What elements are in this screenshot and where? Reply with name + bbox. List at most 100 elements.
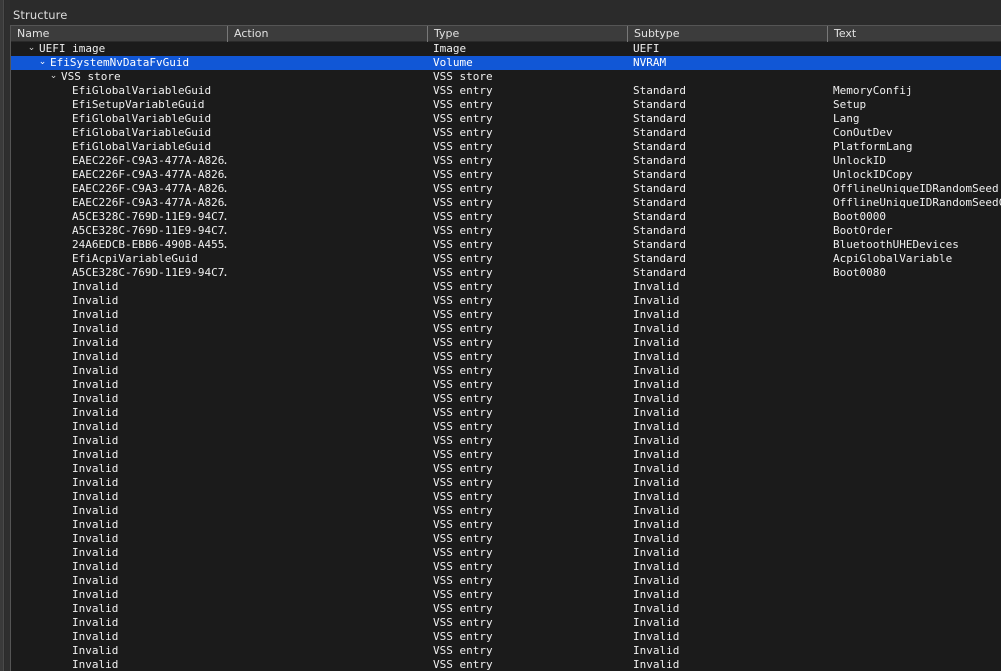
cell-type: VSS entry (433, 532, 493, 545)
tree-row[interactable]: Invalid VSS entry Invalid (11, 406, 1001, 420)
cell-subtype: Invalid (633, 420, 680, 433)
cell-text (827, 462, 1001, 476)
tree-row[interactable]: Invalid VSS entry Invalid (11, 308, 1001, 322)
cell-action (227, 392, 427, 406)
cell-subtype: Invalid (633, 532, 680, 545)
tree-row[interactable]: Invalid VSS entry Invalid (11, 336, 1001, 350)
tree-row[interactable]: Invalid VSS entry Invalid (11, 658, 1001, 671)
tree-row[interactable]: Invalid VSS entry Invalid (11, 378, 1001, 392)
cell-subtype: Invalid (633, 490, 680, 503)
column-header-type[interactable]: Type (427, 26, 627, 42)
tree-row[interactable]: Invalid VSS entry Invalid (11, 420, 1001, 434)
tree-row[interactable]: Invalid VSS entry Invalid (11, 434, 1001, 448)
tree-row[interactable]: ⌄ EfiSystemNvDataFvGuid Volume NVRAM (11, 56, 1001, 70)
tree-row[interactable]: Invalid VSS entry Invalid (11, 280, 1001, 294)
chevron-down-icon[interactable]: ⌄ (37, 56, 48, 70)
cell-name: EAEC226F-C9A3-477A-A826… (11, 196, 227, 210)
tree-row[interactable]: EAEC226F-C9A3-477A-A826… VSS entry Standar… (11, 182, 1001, 196)
cell-type: VSS entry (433, 182, 493, 195)
cell-action (227, 462, 427, 476)
cell-subtype: Invalid (633, 392, 680, 405)
tree-row[interactable]: Invalid VSS entry Invalid (11, 602, 1001, 616)
tree-row[interactable]: Invalid VSS entry Invalid (11, 490, 1001, 504)
chevron-down-icon[interactable]: ⌄ (26, 42, 37, 56)
cell-action (227, 266, 427, 280)
tree-row[interactable]: Invalid VSS entry Invalid (11, 504, 1001, 518)
cell-type: VSS entry (433, 168, 493, 181)
column-header-name[interactable]: Name (11, 26, 227, 42)
cell-text (827, 574, 1001, 588)
tree-row[interactable]: EfiAcpiVariableGuid VSS entry Standard Acpi… (11, 252, 1001, 266)
cell-action (227, 308, 427, 322)
cell-text (827, 294, 1001, 308)
tree-row[interactable]: Invalid VSS entry Invalid (11, 392, 1001, 406)
chevron-down-icon[interactable]: ⌄ (48, 70, 59, 84)
tree-row[interactable]: EfiGlobalVariableGuid VSS entry Standard Me… (11, 84, 1001, 98)
cell-name: Invalid (11, 434, 227, 448)
tree-row-name: Invalid (72, 350, 119, 363)
tree-row[interactable]: Invalid VSS entry Invalid (11, 588, 1001, 602)
tree-row[interactable]: Invalid VSS entry Invalid (11, 630, 1001, 644)
tree-row[interactable]: Invalid VSS entry Invalid (11, 322, 1001, 336)
cell-text (827, 336, 1001, 350)
cell-action (227, 196, 427, 210)
tree-row[interactable]: Invalid VSS entry Invalid (11, 476, 1001, 490)
tree-row[interactable]: EAEC226F-C9A3-477A-A826… VSS entry Standar… (11, 168, 1001, 182)
tree-row[interactable]: ⌄ VSS store VSS store (11, 70, 1001, 84)
cell-name: Invalid (11, 322, 227, 336)
tree-row[interactable]: A5CE328C-769D-11E9-94C7… VSS entry Standar… (11, 224, 1001, 238)
cell-type: VSS entry (433, 308, 493, 321)
cell-action (227, 154, 427, 168)
tree-row[interactable]: Invalid VSS entry Invalid (11, 644, 1001, 658)
tree-row[interactable]: Invalid VSS entry Invalid (11, 546, 1001, 560)
cell-action (227, 560, 427, 574)
tree-row[interactable]: EAEC226F-C9A3-477A-A826… VSS entry Standar… (11, 154, 1001, 168)
tree-row[interactable]: ⌄ UEFI image Image UEFI (11, 42, 1001, 56)
cell-action (227, 644, 427, 658)
tree-row-name: EAEC226F-C9A3-477A-A826… (72, 154, 227, 167)
tree-row[interactable]: EfiGlobalVariableGuid VSS entry Standard Co… (11, 126, 1001, 140)
tree-row[interactable]: EfiGlobalVariableGuid VSS entry Standard Pl… (11, 140, 1001, 154)
cell-action (227, 448, 427, 462)
cell-action (227, 588, 427, 602)
tree-row-name: EfiGlobalVariableGuid (72, 126, 212, 139)
tree-row-name: Invalid (72, 490, 119, 503)
column-header-action[interactable]: Action (227, 26, 427, 42)
tree-row[interactable]: Invalid VSS entry Invalid (11, 350, 1001, 364)
cell-subtype: Standard (633, 182, 686, 195)
cell-text: MemoryConfij (833, 84, 913, 97)
cell-subtype: UEFI (633, 42, 660, 55)
cell-name: Invalid (11, 490, 227, 504)
tree-row[interactable]: A5CE328C-769D-11E9-94C7… VSS entry Standar… (11, 266, 1001, 280)
tree-row[interactable]: EfiSetupVariableGuid VSS entry Standard Set… (11, 98, 1001, 112)
cell-type: VSS entry (433, 266, 493, 279)
cell-subtype: Invalid (633, 322, 680, 335)
column-header-text[interactable]: Text (827, 26, 1001, 42)
tree-row[interactable]: 24A6EDCB-EBB6-490B-A455… VSS entry Standar… (11, 238, 1001, 252)
tree-row[interactable]: Invalid VSS entry Invalid (11, 616, 1001, 630)
tree-row[interactable]: Invalid VSS entry Invalid (11, 364, 1001, 378)
cell-action (227, 504, 427, 518)
tree-row[interactable]: Invalid VSS entry Invalid (11, 294, 1001, 308)
cell-name: Invalid (11, 378, 227, 392)
tree-row-name: EfiGlobalVariableGuid (72, 112, 212, 125)
tree-row[interactable]: Invalid VSS entry Invalid (11, 462, 1001, 476)
tree-row[interactable]: EfiGlobalVariableGuid VSS entry Standard La… (11, 112, 1001, 126)
cell-action (227, 546, 427, 560)
cell-text: Boot0000 (833, 210, 886, 223)
tree-row[interactable]: EAEC226F-C9A3-477A-A826… VSS entry Standar… (11, 196, 1001, 210)
cell-text (827, 630, 1001, 644)
tree-row[interactable]: Invalid VSS entry Invalid (11, 518, 1001, 532)
tree-row[interactable]: A5CE328C-769D-11E9-94C7… VSS entry Standar… (11, 210, 1001, 224)
cell-text (827, 518, 1001, 532)
tree-body[interactable]: ⌄ UEFI image Image UEFI ⌄ EfiSystemNvDataFvGu… (11, 42, 1001, 671)
tree-row[interactable]: Invalid VSS entry Invalid (11, 532, 1001, 546)
cell-subtype: Standard (633, 266, 686, 279)
cell-subtype: Invalid (633, 560, 680, 573)
cell-action (227, 532, 427, 546)
tree-row[interactable]: Invalid VSS entry Invalid (11, 448, 1001, 462)
cell-action (227, 112, 427, 126)
column-header-subtype[interactable]: Subtype (627, 26, 827, 42)
tree-row[interactable]: Invalid VSS entry Invalid (11, 574, 1001, 588)
tree-row[interactable]: Invalid VSS entry Invalid (11, 560, 1001, 574)
